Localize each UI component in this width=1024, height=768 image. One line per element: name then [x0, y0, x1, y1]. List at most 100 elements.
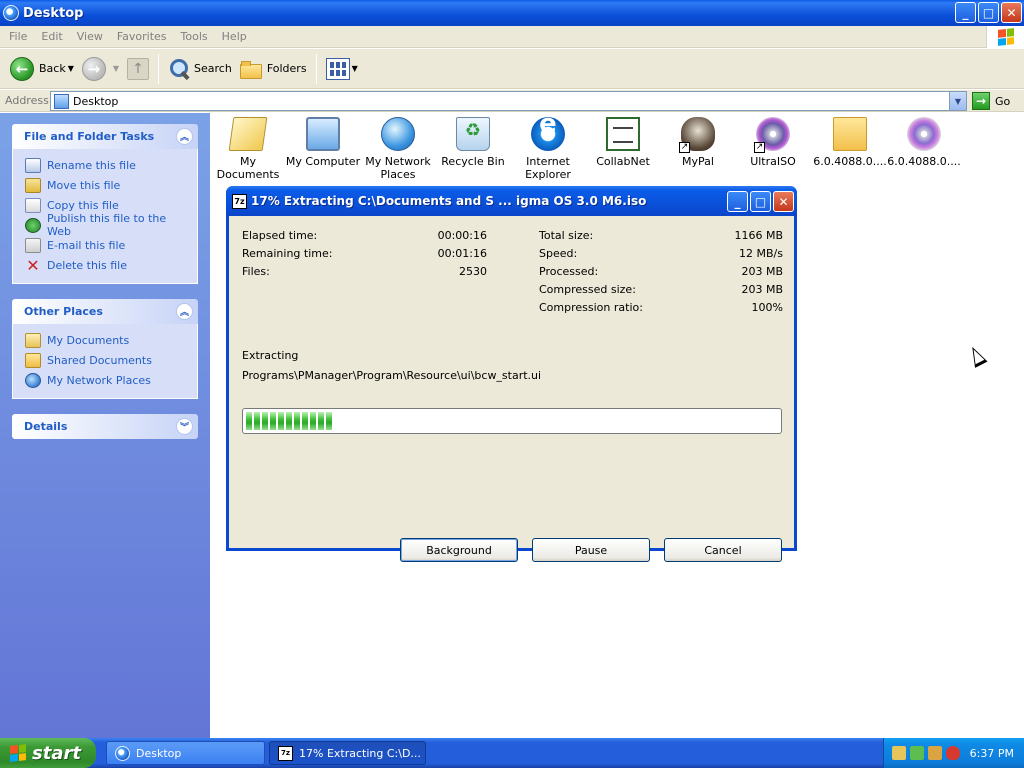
views-button[interactable]: ▼ [322, 52, 362, 86]
collapse-chevron-icon[interactable]: ︽ [176, 128, 193, 145]
go-label: Go [995, 94, 1011, 108]
desktop-item-my-computer[interactable]: My Computer [285, 117, 361, 168]
desktop-item-network-places[interactable]: My Network Places [360, 117, 436, 181]
place-my-documents[interactable]: My Documents [25, 330, 189, 350]
desktop-item-label: MyPal [682, 155, 714, 168]
task-publish-web[interactable]: Publish this file to the Web [25, 212, 189, 238]
folders-button[interactable]: Folders [236, 52, 311, 86]
progress-segment [310, 412, 316, 430]
stat-label: Processed: [539, 265, 599, 278]
desktop-item-collabnet[interactable]: CollabNet [585, 117, 661, 168]
place-label: Shared Documents [47, 353, 152, 367]
desktop-location-icon [54, 93, 69, 109]
stat-label: Compression ratio: [539, 301, 643, 314]
tray-network-icon[interactable] [910, 746, 924, 760]
dialog-body: Elapsed time: 00:00:16 Remaining time: 0… [229, 216, 794, 562]
task-label: Move this file [47, 178, 121, 192]
stat-total-size: Total size: 1166 MB [539, 229, 783, 243]
window-titlebar[interactable]: Desktop _ □ ✕ [0, 0, 1024, 26]
back-button[interactable]: ← Back ▼ [6, 52, 78, 86]
maximize-button[interactable]: □ [978, 2, 999, 23]
stat-label: Remaining time: [242, 247, 333, 260]
place-shared-documents[interactable]: Shared Documents [25, 350, 189, 370]
pause-button[interactable]: Pause [532, 538, 650, 562]
task-email-file[interactable]: E-mail this file [25, 235, 189, 255]
7zip-icon: 7z [278, 745, 293, 761]
dialog-maximize-button[interactable]: □ [750, 191, 771, 212]
cancel-button[interactable]: Cancel [664, 538, 782, 562]
other-places-header[interactable]: Other Places ︽ [12, 299, 198, 324]
toolbar-separator [315, 53, 317, 84]
progress-segment [286, 412, 292, 430]
up-folder-button[interactable]: ↑ [123, 52, 153, 86]
forward-dropdown-icon[interactable]: ▼ [113, 64, 119, 73]
desktop-item-folder[interactable]: 6.0.4088.0.... [812, 117, 888, 168]
copy-icon [25, 197, 41, 213]
dialog-close-button[interactable]: ✕ [773, 191, 794, 212]
task-rename-file[interactable]: Rename this file [25, 155, 189, 175]
address-dropdown-icon[interactable]: ▼ [949, 92, 966, 110]
task-label: Rename this file [47, 158, 136, 172]
stat-label: Speed: [539, 247, 578, 260]
stat-value: 00:00:16 [437, 229, 487, 242]
desktop-item-disc-image[interactable]: 6.0.4088.0.... [886, 117, 962, 168]
start-button[interactable]: start [0, 738, 96, 768]
shared-documents-icon [25, 352, 41, 368]
address-label: Address [5, 94, 49, 107]
task-delete-file[interactable]: ✕ Delete this file [25, 255, 189, 275]
stat-compressed-size: Compressed size: 203 MB [539, 283, 783, 297]
taskbar-item-extracting[interactable]: 7z 17% Extracting C:\D... [269, 741, 426, 765]
menu-file[interactable]: File [2, 30, 34, 43]
menu-help[interactable]: Help [215, 30, 254, 43]
desktop-item-internet-explorer[interactable]: Internet Explorer [510, 117, 586, 181]
menu-view[interactable]: View [70, 30, 110, 43]
progress-fill [246, 412, 778, 430]
my-computer-icon [306, 117, 340, 151]
stat-files: Files: 2530 [242, 265, 487, 279]
background-button[interactable]: Background [400, 538, 518, 562]
desktop-item-my-documents[interactable]: My Documents [210, 117, 286, 181]
desktop-item-label: 6.0.4088.0.... [887, 155, 961, 168]
details-header[interactable]: Details ︾ [12, 414, 198, 439]
folder-icon [833, 117, 867, 151]
back-dropdown-icon[interactable]: ▼ [68, 64, 74, 73]
tray-security-icon[interactable] [928, 746, 942, 760]
search-button[interactable]: Search [164, 52, 236, 86]
stat-value: 100% [751, 301, 783, 314]
menu-tools[interactable]: Tools [174, 30, 215, 43]
file-folder-tasks-header[interactable]: File and Folder Tasks ︽ [12, 124, 198, 149]
task-move-file[interactable]: Move this file [25, 175, 189, 195]
address-input[interactable]: Desktop ▼ [50, 91, 967, 111]
tray-shield-icon[interactable] [946, 746, 960, 760]
up-folder-icon: ↑ [127, 57, 150, 80]
clock[interactable]: 6:37 PM [970, 747, 1014, 760]
views-dropdown-icon[interactable]: ▼ [352, 64, 358, 73]
desktop-item-ultraiso[interactable]: ↗ UltraISO [735, 117, 811, 168]
task-pane: File and Folder Tasks ︽ Rename this file… [0, 113, 210, 738]
desktop-item-mypal[interactable]: ↗ MyPal [660, 117, 736, 168]
expand-chevron-icon[interactable]: ︾ [176, 418, 193, 435]
rename-icon [25, 157, 41, 173]
minimize-button[interactable]: _ [955, 2, 976, 23]
menu-bar: File Edit View Favorites Tools Help [0, 26, 1024, 48]
taskbar: start Desktop 7z 17% Extracting C:\D... … [0, 738, 1024, 768]
place-network-places[interactable]: My Network Places [25, 370, 189, 390]
windows-logo [986, 26, 1024, 48]
my-documents-icon [228, 117, 268, 151]
my-documents-icon [25, 332, 41, 348]
collabnet-icon [606, 117, 640, 151]
search-label: Search [194, 62, 232, 75]
go-button[interactable]: → Go [972, 92, 1010, 110]
menu-favorites[interactable]: Favorites [110, 30, 174, 43]
mouse-cursor-icon [966, 343, 988, 368]
tray-app-icon[interactable] [892, 746, 906, 760]
dialog-titlebar[interactable]: 7z 17% Extracting C:\Documents and S ...… [226, 186, 797, 216]
close-button[interactable]: ✕ [1001, 2, 1022, 23]
taskbar-item-desktop[interactable]: Desktop [106, 741, 265, 765]
forward-button[interactable]: → ▼ [78, 52, 123, 86]
desktop-item-recycle-bin[interactable]: Recycle Bin [435, 117, 511, 168]
menu-edit[interactable]: Edit [34, 30, 69, 43]
network-places-icon [381, 117, 415, 151]
collapse-chevron-icon[interactable]: ︽ [176, 303, 193, 320]
dialog-minimize-button[interactable]: _ [727, 191, 748, 212]
